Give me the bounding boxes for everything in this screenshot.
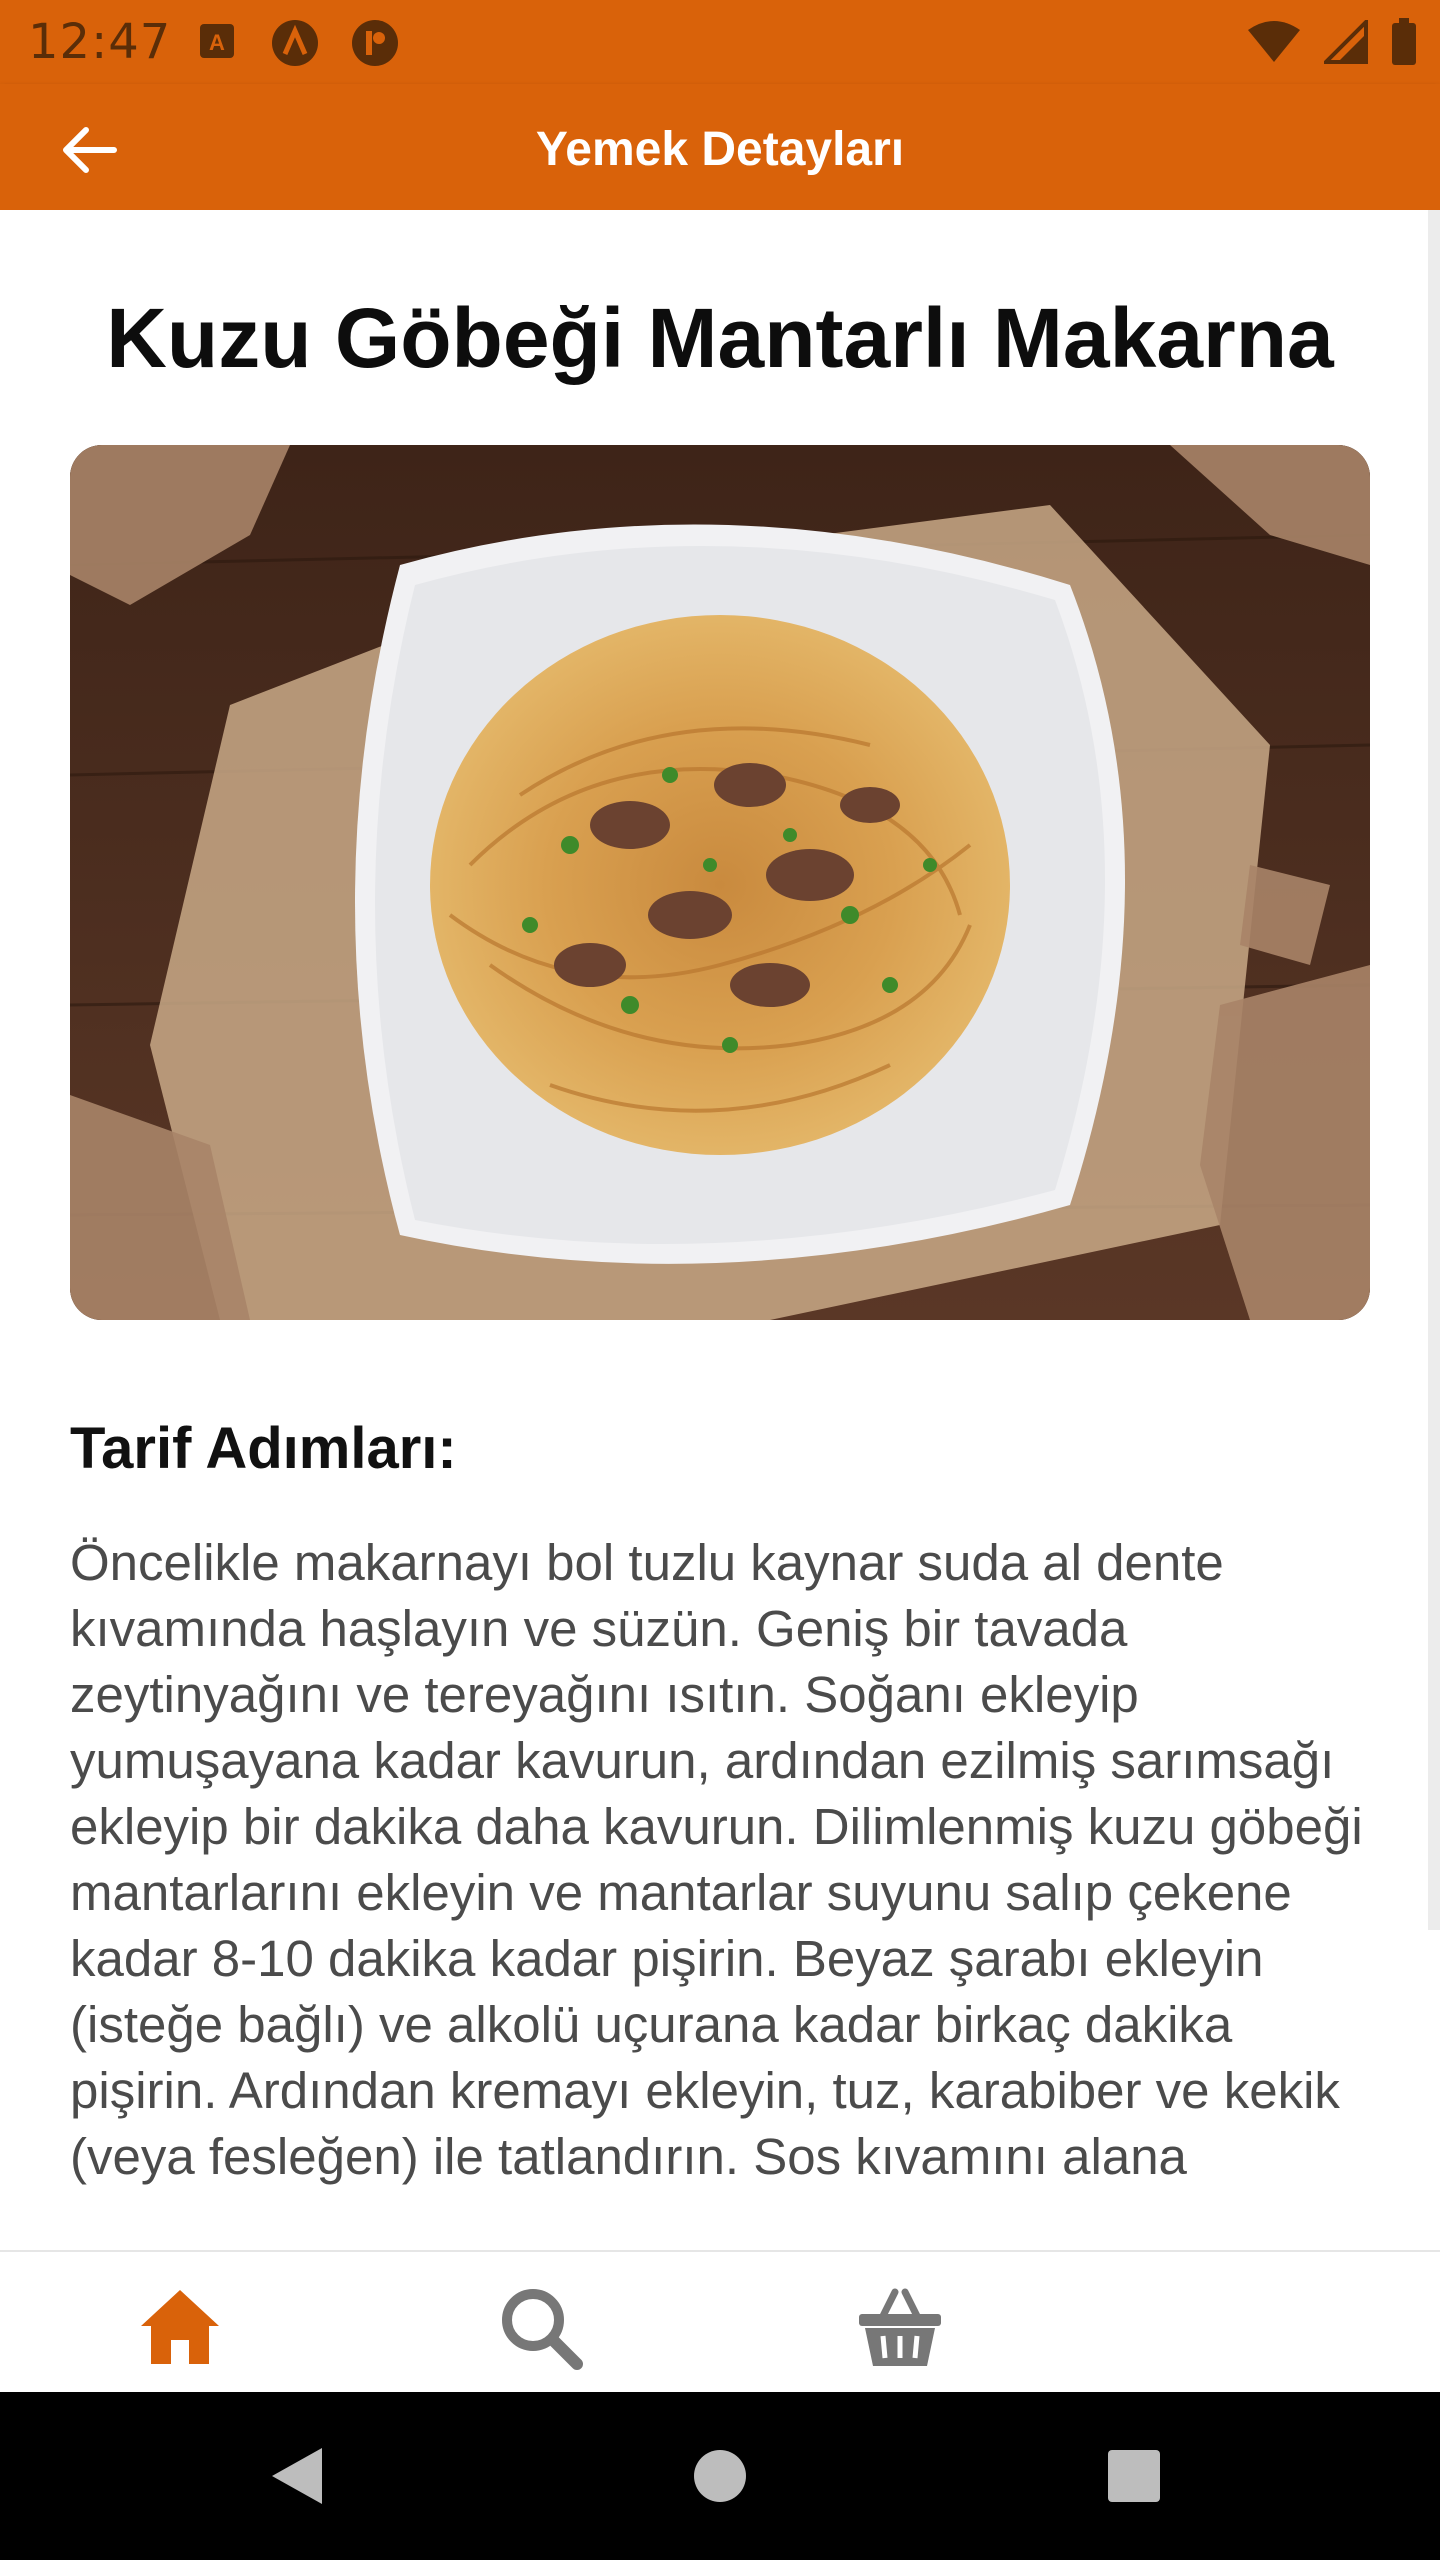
svg-text:A: A — [209, 30, 225, 55]
recents-square-icon[interactable] — [1102, 2444, 1166, 2508]
keyboard-icon: A — [200, 24, 234, 58]
pasta-photo — [70, 445, 1370, 1320]
system-navigation-bar — [0, 2392, 1440, 2560]
back-triangle-icon[interactable] — [266, 2444, 330, 2508]
recipe-steps-heading: Tarif Adımları: — [70, 1416, 457, 1481]
status-icons-left: A — [194, 18, 400, 68]
home-circle-icon[interactable] — [688, 2444, 752, 2508]
status-icons-right — [1246, 18, 1418, 66]
app-bar-title: Yemek Detayları — [535, 123, 905, 176]
basket-icon[interactable] — [855, 2282, 945, 2372]
dish-title: Kuzu Göbeği Mantarlı Makarna — [106, 291, 1334, 385]
dish-image — [70, 445, 1370, 1320]
search-icon[interactable] — [495, 2282, 585, 2372]
p-circle-icon — [352, 20, 398, 66]
a-circle-icon — [272, 20, 318, 66]
recipe-steps-text: Öncelikle makarnayı bol tuzlu kaynar sud… — [70, 1534, 1363, 2185]
status-bar: 12:47 A — [0, 0, 1440, 84]
app-bar: Yemek Detayları — [0, 84, 1440, 210]
status-time: 12:47 — [28, 14, 172, 70]
screen: 12:47 A Yemek Detayları Kuzu Göbeği Mant… — [0, 0, 1440, 2560]
scroll-indicator — [1428, 210, 1440, 1930]
signal-icon — [1324, 20, 1368, 64]
home-icon[interactable] — [135, 2282, 225, 2372]
wifi-icon — [1248, 21, 1300, 62]
battery-icon — [1392, 18, 1416, 65]
bottom-navigation — [0, 2250, 1440, 2392]
content-scroll-area[interactable]: Kuzu Göbeği Mantarlı Makarna Tarif Adıml… — [0, 210, 1440, 2250]
